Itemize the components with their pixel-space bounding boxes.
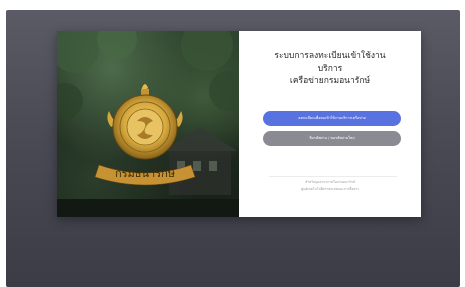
reset-password-button[interactable]: ลืมรหัสผ่าน / ขอรหัสผ่านใหม่ (263, 131, 401, 146)
divider (269, 176, 397, 177)
footer-line-1: สำหรับบุคลากรภายในกรมอนารักษ์ (305, 180, 355, 184)
title-line-3: เครือข่ายกรมอนารักษ์ (289, 76, 371, 86)
app-background: กรมธนารักษ์ ระบบการลงทะเบียนเข้าใช้งาน บ… (6, 10, 460, 287)
title-line-2: บริการ (317, 63, 343, 74)
hero-image-panel: กรมธนารักษ์ (57, 31, 239, 217)
register-button[interactable]: ลงทะเบียนเพื่อขอเข้าใช้งานบริการเครือข่า… (263, 111, 401, 126)
footer-note: สำหรับบุคลากรภายในกรมอนารักษ์ ศูนย์เทคโน… (239, 179, 421, 193)
department-emblem: กรมธนารักษ์ (94, 84, 196, 186)
login-card: กรมธนารักษ์ ระบบการลงทะเบียนเข้าใช้งาน บ… (57, 31, 421, 217)
footer-line-2: ศูนย์เทคโนโลยีสารสนเทศและการสื่อสาร (301, 187, 359, 191)
title-line-1: ระบบการลงทะเบียนเข้าใช้งาน (274, 51, 386, 61)
page-title: ระบบการลงทะเบียนเข้าใช้งาน บริการ เครือข… (239, 50, 421, 88)
login-form-panel: ระบบการลงทะเบียนเข้าใช้งาน บริการ เครือข… (239, 31, 421, 217)
emblem-text: กรมธนารักษ์ (115, 167, 175, 180)
